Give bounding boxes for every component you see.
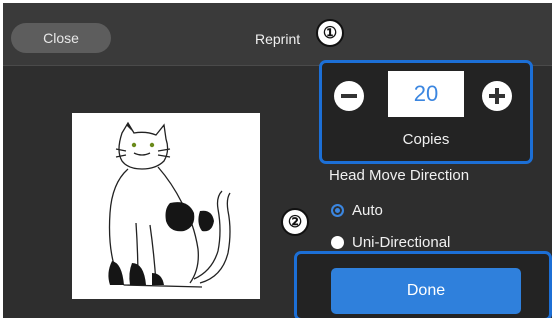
reprint-screen: Close Reprint ① 20 Copies Head Move Dire… <box>3 3 552 318</box>
radio-auto-label: Auto <box>352 202 383 219</box>
plus-circle-icon-vertical <box>495 88 499 104</box>
copies-label: Copies <box>402 131 450 148</box>
close-button[interactable]: Close <box>11 23 111 53</box>
print-preview-image <box>72 113 260 299</box>
done-button-highlight: Done <box>294 251 552 318</box>
callout-marker-2: ② <box>281 208 309 236</box>
callout-marker-1: ① <box>316 19 344 47</box>
radio-uni-directional[interactable]: Uni-Directional <box>331 234 450 251</box>
copies-count-input[interactable] <box>388 71 464 117</box>
copies-control-highlight: Copies <box>319 60 533 164</box>
radio-unselected-icon <box>331 236 344 249</box>
minus-circle-icon <box>341 94 357 98</box>
page-title: Reprint <box>255 31 301 47</box>
radio-selected-icon <box>331 204 344 217</box>
radio-uni-directional-label: Uni-Directional <box>352 234 451 251</box>
decrease-copies-button[interactable] <box>334 81 364 111</box>
increase-copies-button[interactable] <box>482 81 512 111</box>
done-button[interactable]: Done <box>331 268 521 314</box>
header-bar: Close Reprint <box>3 3 552 66</box>
head-move-direction-label: Head Move Direction <box>329 167 470 184</box>
radio-auto[interactable]: Auto <box>331 202 383 219</box>
cat-illustration <box>108 121 231 288</box>
